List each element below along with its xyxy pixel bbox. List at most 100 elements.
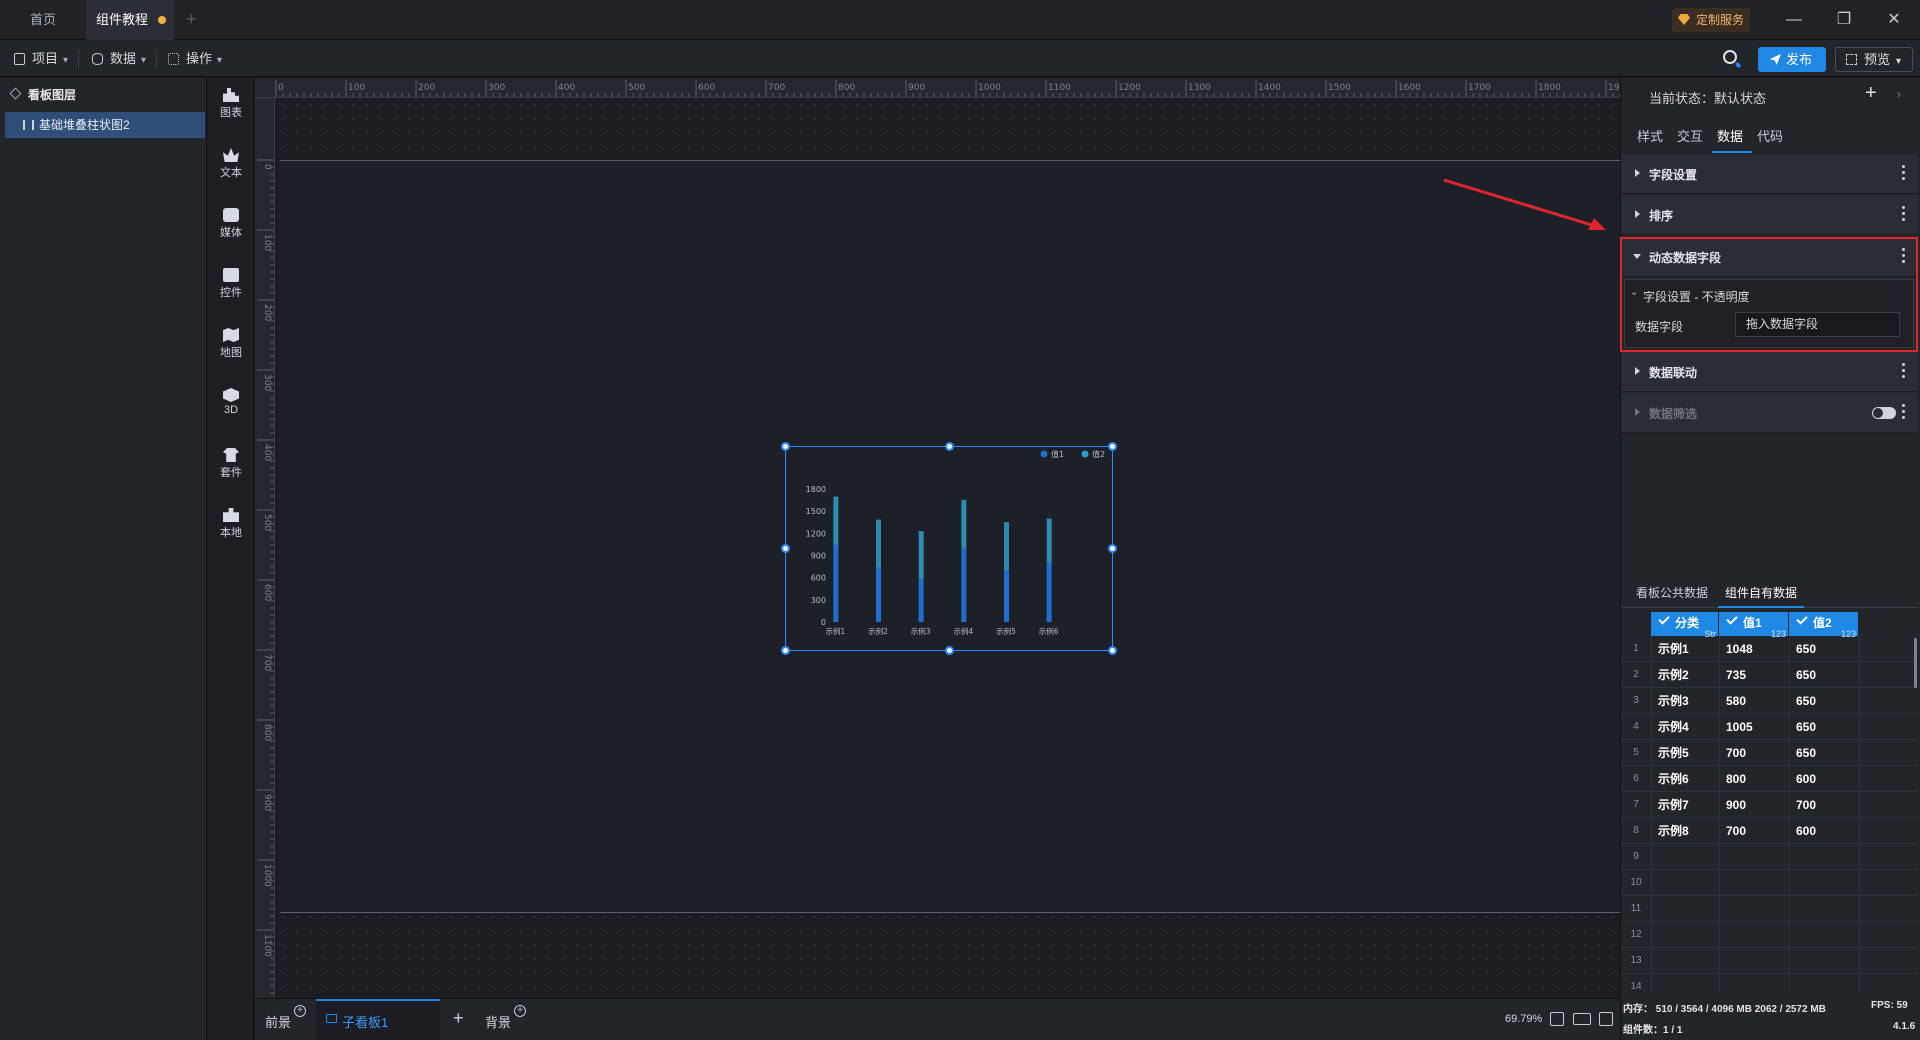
table-cell[interactable] <box>1719 844 1789 870</box>
table-cell[interactable]: 示例5 <box>1651 740 1719 766</box>
component-map[interactable]: 地图 <box>208 328 254 360</box>
resize-handle[interactable] <box>1108 442 1117 451</box>
table-cell[interactable] <box>1719 974 1789 992</box>
table-cell[interactable] <box>1859 662 1918 688</box>
preview-button[interactable]: 预览 ▾ <box>1835 47 1913 72</box>
resize-handle[interactable] <box>945 646 954 655</box>
menu-project[interactable]: 项目 ▾ <box>14 49 68 69</box>
section-field-settings[interactable]: 字段设置 <box>1621 154 1918 194</box>
keyboard-icon[interactable] <box>1573 1013 1591 1025</box>
publish-button[interactable]: 发布 <box>1758 47 1826 72</box>
table-cell[interactable]: 示例3 <box>1651 688 1719 714</box>
maximize-button[interactable]: ❐ <box>1832 8 1856 32</box>
add-state-button[interactable]: + <box>1865 82 1877 105</box>
table-cell[interactable]: 600 <box>1789 818 1859 844</box>
table-row[interactable]: 4 示例4 1005 650 <box>1621 714 1918 740</box>
table-cell[interactable]: 650 <box>1789 636 1859 662</box>
grid-scrollbar[interactable] <box>1914 638 1917 688</box>
table-row[interactable]: 9 <box>1621 844 1918 870</box>
table-cell[interactable] <box>1719 896 1789 922</box>
table-cell[interactable]: 650 <box>1789 740 1859 766</box>
tab-data[interactable]: 数据 <box>1717 126 1743 145</box>
table-cell[interactable] <box>1859 922 1918 948</box>
table-row[interactable]: 11 <box>1621 896 1918 922</box>
table-cell[interactable] <box>1789 974 1859 992</box>
table-cell[interactable]: 650 <box>1789 662 1859 688</box>
zoom-level[interactable]: 69.79% <box>1505 1013 1542 1025</box>
table-cell[interactable] <box>1859 688 1918 714</box>
tab-background[interactable]: 背景 <box>485 1012 511 1031</box>
console-icon[interactable] <box>1599 1012 1613 1026</box>
table-cell[interactable] <box>1651 844 1719 870</box>
table-cell[interactable]: 示例7 <box>1651 792 1719 818</box>
table-cell[interactable]: 700 <box>1789 792 1859 818</box>
add-foreground-icon[interactable]: + <box>294 1005 306 1017</box>
component-local[interactable]: 本地 <box>208 508 254 540</box>
minimize-button[interactable]: — <box>1782 8 1806 32</box>
tab-board-public-data[interactable]: 看板公共数据 <box>1636 584 1708 601</box>
section-data-filter[interactable]: 数据筛选 <box>1621 393 1918 433</box>
table-cell[interactable]: 示例6 <box>1651 766 1719 792</box>
table-cell[interactable] <box>1651 922 1719 948</box>
section-sort[interactable]: 排序 <box>1621 195 1918 235</box>
table-cell[interactable] <box>1789 948 1859 974</box>
table-cell[interactable]: 600 <box>1789 766 1859 792</box>
search-button[interactable] <box>1722 49 1742 69</box>
tab-style[interactable]: 样式 <box>1637 126 1663 145</box>
table-cell[interactable] <box>1859 766 1918 792</box>
more-vertical-icon[interactable] <box>1902 363 1906 379</box>
table-row[interactable]: 12 <box>1621 922 1918 948</box>
table-row[interactable]: 2 示例2 735 650 <box>1621 662 1918 688</box>
table-cell[interactable] <box>1789 844 1859 870</box>
table-cell[interactable]: 示例8 <box>1651 818 1719 844</box>
table-cell[interactable]: 1005 <box>1719 714 1789 740</box>
table-cell[interactable] <box>1719 870 1789 896</box>
column-header-value2[interactable]: 值2 123 <box>1789 612 1858 639</box>
table-cell[interactable] <box>1719 922 1789 948</box>
component-3d[interactable]: 3D <box>208 388 254 416</box>
resize-handle[interactable] <box>1108 544 1117 553</box>
more-vertical-icon[interactable] <box>1902 206 1906 222</box>
layer-item-stacked-bar-chart[interactable]: 基础堆叠柱状图2 <box>5 112 205 138</box>
table-cell[interactable] <box>1651 870 1719 896</box>
table-cell[interactable] <box>1859 974 1918 992</box>
table-cell[interactable]: 650 <box>1789 688 1859 714</box>
table-cell[interactable] <box>1651 948 1719 974</box>
component-text[interactable]: 文本 <box>208 148 254 180</box>
tab-component-own-data[interactable]: 组件自有数据 <box>1725 584 1797 601</box>
table-cell[interactable] <box>1789 922 1859 948</box>
column-header-category[interactable]: 分类 Str <box>1651 612 1718 639</box>
tab-foreground[interactable]: 前景 <box>265 1012 291 1031</box>
resize-handle[interactable] <box>781 646 790 655</box>
table-cell[interactable] <box>1789 870 1859 896</box>
table-cell[interactable]: 示例4 <box>1651 714 1719 740</box>
resize-handle[interactable] <box>945 442 954 451</box>
tab-code[interactable]: 代码 <box>1757 126 1783 145</box>
chart-widget-selected[interactable]: 0 300 600 900 1200 1500 1800 值1 值2 示例1 示例2 示例3 示例4 示例… <box>781 442 1117 655</box>
table-cell[interactable] <box>1859 818 1918 844</box>
component-control[interactable]: 控件 <box>208 268 254 300</box>
table-cell[interactable] <box>1859 792 1918 818</box>
add-background-icon[interactable]: + <box>514 1005 526 1017</box>
table-cell[interactable]: 700 <box>1719 818 1789 844</box>
table-cell[interactable]: 700 <box>1719 740 1789 766</box>
table-cell[interactable] <box>1859 844 1918 870</box>
menu-operation[interactable]: 操作 ▾ <box>168 49 222 69</box>
table-cell[interactable]: 800 <box>1719 766 1789 792</box>
table-cell[interactable] <box>1651 974 1719 992</box>
table-cell[interactable]: 900 <box>1719 792 1789 818</box>
tab-home[interactable]: 首页 <box>0 0 86 40</box>
table-cell[interactable] <box>1859 948 1918 974</box>
tab-subboard-active[interactable]: 子看板1 <box>316 999 440 1040</box>
component-media[interactable]: 媒体 <box>208 208 254 240</box>
table-cell[interactable] <box>1651 896 1719 922</box>
table-cell[interactable]: 650 <box>1789 714 1859 740</box>
table-cell[interactable] <box>1859 870 1918 896</box>
resize-handle[interactable] <box>781 544 790 553</box>
table-row[interactable]: 13 <box>1621 948 1918 974</box>
custom-service-button[interactable]: 定制服务 <box>1672 8 1751 32</box>
table-cell[interactable] <box>1719 948 1789 974</box>
table-cell[interactable]: 示例2 <box>1651 662 1719 688</box>
column-header-value1[interactable]: 值1 123 <box>1719 612 1788 639</box>
resize-handle[interactable] <box>781 442 790 451</box>
